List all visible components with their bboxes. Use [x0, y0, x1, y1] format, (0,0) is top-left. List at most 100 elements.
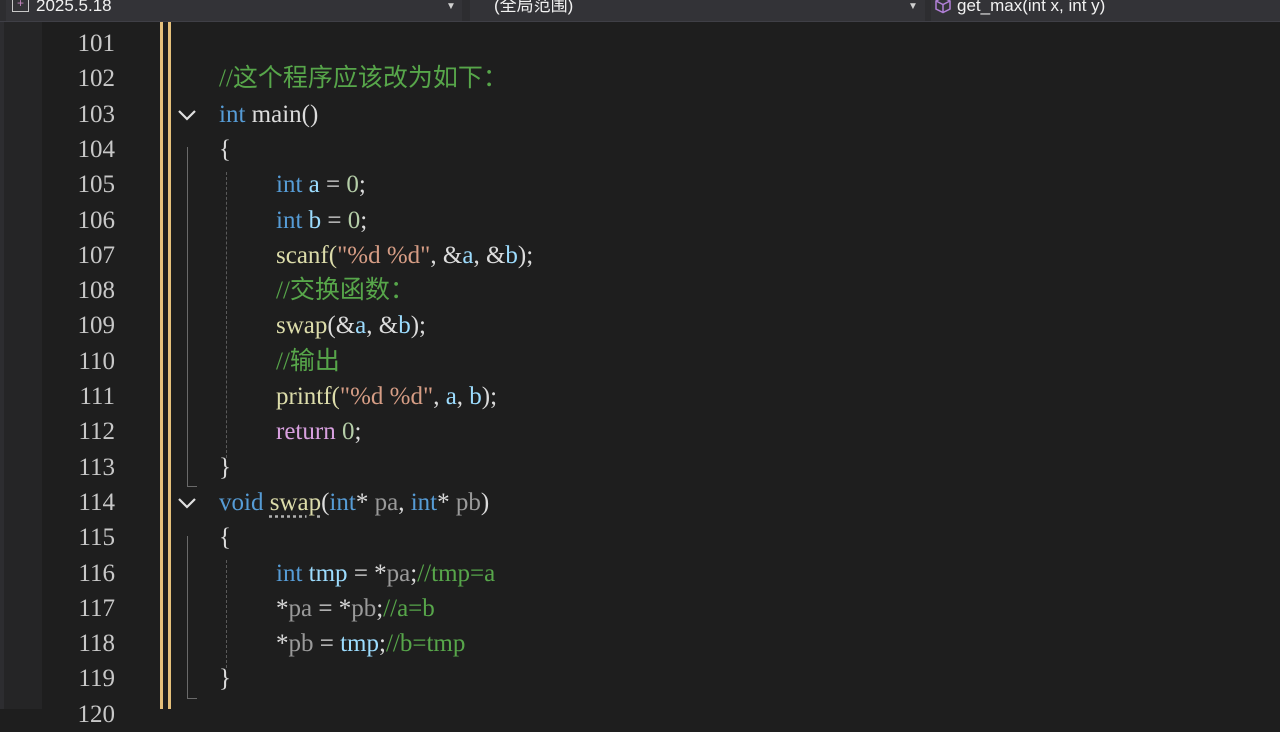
code-line[interactable]: 120 [0, 697, 1280, 732]
code-token: , & [473, 241, 506, 269]
code-line[interactable]: 114 void swap(int* pa, int* pb) [0, 485, 1280, 520]
code-line[interactable]: 103 int main() [0, 97, 1280, 132]
code-line[interactable]: 101 [0, 26, 1280, 61]
chevron-down-icon[interactable]: ▼ [446, 0, 456, 17]
line-number: 106 [77, 206, 116, 234]
code-line[interactable]: 119} [0, 661, 1280, 696]
code-token: 0 [347, 206, 361, 234]
code-editor[interactable]: 101 102 //这个程序应该改为如下： 103 int main() 104 {105 i… [0, 22, 1280, 728]
code-text[interactable]: { [219, 132, 231, 167]
code-token: 0 [341, 418, 355, 446]
line-number: 115 [78, 524, 115, 552]
code-text[interactable]: int main() [219, 97, 318, 132]
fold-chevron-icon[interactable] [176, 105, 198, 125]
code-line[interactable]: 113} [0, 450, 1280, 485]
code-line[interactable]: 111 printf("%d %d", a, b); [0, 379, 1280, 414]
code-text[interactable]: int tmp = *pa;//tmp=a [276, 556, 495, 591]
code-token: ; [379, 630, 386, 658]
code-token: swap [276, 312, 328, 340]
code-text[interactable]: swap(&a, &b); [276, 308, 426, 343]
line-number: 104 [77, 135, 116, 163]
code-token: void [219, 488, 264, 516]
code-text[interactable]: } [219, 450, 231, 485]
code-token: //输出 [276, 347, 340, 375]
code-text[interactable]: return 0; [276, 414, 361, 449]
code-text[interactable]: scanf("%d %d", &a, &b); [276, 238, 533, 273]
code-line[interactable]: 104 { [0, 132, 1280, 167]
code-token: b [505, 241, 518, 269]
code-line[interactable]: 117 *pa = *pb;//a=b [0, 591, 1280, 626]
code-token: pa [288, 594, 313, 622]
cube-icon [935, 0, 951, 14]
code-line[interactable]: 106 int b = 0; [0, 203, 1280, 238]
code-token: "%d %d" [339, 383, 434, 410]
code-text[interactable]: { [219, 520, 231, 555]
code-token: scanf( [276, 241, 338, 269]
project-name: 2025.5.18 [36, 0, 112, 15]
code-token: pa [374, 488, 399, 516]
code-text[interactable]: } [219, 661, 231, 696]
code-token: "%d %d" [337, 241, 431, 269]
code-token: { [219, 135, 231, 163]
code-line[interactable]: 105 int a = 0; [0, 167, 1280, 202]
code-token: ); [410, 312, 427, 340]
code-token: a [445, 383, 457, 410]
code-token: ; [360, 206, 368, 234]
line-number: 105 [77, 171, 116, 199]
code-token: int [219, 100, 246, 128]
code-token: { [219, 524, 231, 552]
code-token: , [433, 383, 446, 410]
code-token: a [462, 241, 474, 269]
line-number: 120 [77, 700, 116, 728]
code-token: } [219, 665, 231, 693]
code-text[interactable]: //输出 [276, 344, 340, 379]
chevron-down-icon[interactable]: ▼ [908, 0, 918, 17]
code-text[interactable]: int a = 0; [276, 167, 366, 202]
project-dropdown[interactable]: + 2025.5.18 ▼ [6, 0, 462, 21]
code-line[interactable]: 109 swap(&a, &b); [0, 308, 1280, 343]
line-number: 112 [78, 418, 115, 446]
line-number: 102 [77, 65, 116, 93]
code-token: printf( [276, 383, 340, 410]
code-token: //这个程序应该改为如下： [219, 65, 508, 93]
scope-dropdown[interactable]: (全局范围) ▼ [470, 0, 925, 21]
code-text[interactable]: //这个程序应该改为如下： [219, 61, 508, 96]
code-token: tmp [340, 630, 380, 658]
line-number: 109 [77, 312, 116, 340]
fold-chevron-icon[interactable] [176, 493, 198, 513]
code-token: , & [430, 241, 463, 269]
code-token: b [308, 206, 322, 234]
code-line[interactable]: 110 //输出 [0, 344, 1280, 379]
code-token: = [313, 630, 341, 658]
line-number: 110 [78, 347, 115, 375]
code-token: int [276, 206, 303, 234]
code-text[interactable]: //交换函数： [276, 273, 415, 308]
project-icon: + [12, 0, 29, 12]
code-line[interactable]: 107 scanf("%d %d", &a, &b); [0, 238, 1280, 273]
code-token: = * [347, 559, 387, 587]
code-token: //tmp=a [417, 559, 496, 587]
code-token: ; [354, 418, 362, 446]
code-line[interactable]: 102 //这个程序应该改为如下： [0, 61, 1280, 96]
code-line[interactable]: 118 *pb = tmp;//b=tmp [0, 626, 1280, 661]
code-token: ); [517, 241, 534, 269]
code-token: * [437, 488, 456, 516]
code-line[interactable]: 112 return 0; [0, 414, 1280, 449]
line-number: 119 [78, 665, 115, 693]
code-text[interactable]: *pb = tmp;//b=tmp [276, 626, 465, 661]
code-text[interactable]: printf("%d %d", a, b); [276, 379, 497, 414]
code-token: * [355, 488, 375, 516]
function-dropdown[interactable]: get_max(int x, int y) [931, 0, 1280, 21]
code-token: , & [366, 312, 399, 340]
line-number: 118 [78, 630, 115, 658]
code-text[interactable]: *pa = *pb;//a=b [276, 591, 435, 626]
code-text[interactable]: void swap(int* pa, int* pb) [219, 485, 489, 520]
code-line[interactable]: 115 { [0, 520, 1280, 555]
code-line[interactable]: 108 //交换函数： [0, 273, 1280, 308]
code-token: //b=tmp [385, 630, 466, 658]
code-token: int [276, 171, 303, 199]
code-line[interactable]: 116 int tmp = *pa;//tmp=a [0, 556, 1280, 591]
code-text[interactable]: int b = 0; [276, 203, 367, 238]
code-token: = [319, 171, 347, 199]
line-number: 103 [77, 100, 116, 128]
